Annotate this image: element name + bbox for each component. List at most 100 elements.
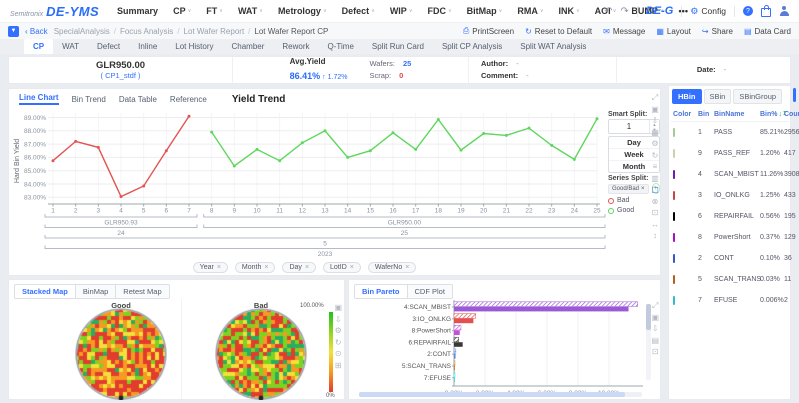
sort-descending-icon[interactable]: ↓ [779, 111, 783, 118]
refresh-icon[interactable]: ↻ [335, 337, 342, 349]
image-icon[interactable]: ▦ [651, 127, 659, 139]
bin-table-row[interactable]: 4SCAN_MBIST11.26%3908 [671, 164, 789, 185]
bin-tab-hbin[interactable]: HBin [672, 89, 702, 104]
remove-tag-icon[interactable]: × [641, 186, 645, 192]
remove-tag-icon[interactable]: × [217, 264, 221, 271]
trend-tab-line-chart[interactable]: Line Chart [19, 93, 59, 105]
brand-logo[interactable]: Semitronix DE-YMS [10, 4, 99, 19]
module-tab-inline[interactable]: Inline [129, 39, 166, 54]
filter-tag-year[interactable]: Year× [193, 262, 228, 273]
breadcrumb-segment[interactable]: SpecialAnalysis [54, 27, 110, 36]
wafer-map-bad[interactable] [215, 308, 307, 400]
remove-tag-icon[interactable]: × [405, 264, 409, 271]
swap-vertical-icon[interactable]: ↕ [653, 230, 657, 242]
scrollbar-thumb[interactable] [646, 304, 651, 330]
printscreen-button[interactable]: ⎙PrintScreen [463, 26, 514, 36]
column-header-binname[interactable]: BinName [714, 111, 760, 118]
close-circle-icon[interactable]: ⊗ [652, 196, 659, 208]
copy-icon[interactable]: ▣ [334, 302, 342, 314]
crop-icon[interactable]: ⊡ [652, 346, 659, 358]
module-tab-cp[interactable]: CP [24, 39, 53, 54]
nav-item-metrology[interactable]: Metrology∨ [278, 6, 327, 16]
lot-program-link[interactable]: ( CP1_stdf ) [100, 71, 140, 80]
download-icon[interactable]: ⇩ [652, 323, 659, 335]
bin-table-row[interactable]: 6REPAIRFAIL0.56%195 [671, 206, 789, 227]
bin-table-row[interactable]: 8PowerShort0.37%129 [671, 227, 789, 248]
refresh-icon[interactable]: ↻ [652, 150, 659, 162]
bin-table-row[interactable]: 9PASS_REF1.20%417 [671, 143, 789, 164]
module-tab-rework[interactable]: Rework [273, 39, 318, 54]
bin-table-row[interactable]: 2CONT0.10%36 [671, 248, 789, 269]
module-tab-wat[interactable]: WAT [53, 39, 88, 54]
bin-pareto-chart[interactable]: 0.00%2.00%4.00%6.00%8.00%10.00%4:SCAN_MB… [351, 298, 647, 398]
help-icon[interactable]: ? [743, 6, 753, 16]
module-tab-split-wat-analysis[interactable]: Split WAT Analysis [511, 39, 595, 54]
breadcrumb-segment[interactable]: Focus Analysis [120, 27, 173, 36]
filter-tag-waferno[interactable]: WaferNo× [368, 262, 416, 273]
settings-icon[interactable]: ⚙ [335, 325, 342, 337]
panel-collapse-handle[interactable] [793, 88, 796, 102]
nav-item-ft[interactable]: FT∨ [206, 6, 223, 16]
nav-item-wip[interactable]: WIP∨ [390, 6, 413, 16]
back-button[interactable]: ‹ Back [25, 27, 48, 36]
pareto-vertical-scrollbar[interactable] [646, 304, 651, 380]
filter-tag-lotid[interactable]: LotID× [323, 262, 361, 273]
user-avatar-icon[interactable] [779, 6, 789, 16]
pareto-tab-cdf-plot[interactable]: CDF Plot [407, 284, 453, 299]
nav-item-defect[interactable]: Defect∨ [342, 6, 375, 16]
bin-table-row[interactable]: 3IO_ONLKG1.25%433 [671, 185, 789, 206]
filter-icon[interactable]: ▼ [8, 26, 19, 37]
scrollbar-thumb[interactable] [359, 392, 625, 397]
scrap-value[interactable]: 0 [399, 70, 403, 82]
module-tab-q-time[interactable]: Q-Time [319, 39, 363, 54]
select-box-icon[interactable]: ▢ [651, 184, 659, 196]
settings-icon[interactable]: ⚙ [651, 138, 658, 150]
trend-tab-bin-trend[interactable]: Bin Trend [72, 95, 106, 104]
download-icon[interactable]: ⇩ [335, 314, 342, 326]
nav-item-bitmap[interactable]: BitMap∨ [467, 6, 503, 16]
pareto-horizontal-scrollbar[interactable] [359, 392, 642, 397]
message-button[interactable]: ✉Message [603, 27, 645, 36]
wafers-value[interactable]: 25 [403, 58, 411, 70]
config-button[interactable]: ⚙Config [690, 6, 726, 17]
expand-icon[interactable]: ⤢ [652, 300, 658, 312]
expand-icon[interactable]: ⤢ [652, 92, 658, 104]
download-icon[interactable]: ⇩ [652, 115, 659, 127]
module-tab-defect[interactable]: Defect [88, 39, 129, 54]
module-tab-chamber[interactable]: Chamber [223, 39, 274, 54]
wafer-map-good[interactable] [75, 308, 167, 400]
breadcrumb-segment[interactable]: Lot Wafer Report [184, 27, 245, 36]
remove-tag-icon[interactable]: × [264, 264, 268, 271]
filter-tag-month[interactable]: Month× [235, 262, 276, 273]
filter-tag-day[interactable]: Day× [282, 262, 316, 273]
undo-icon[interactable]: ↶ [604, 6, 612, 17]
reset-to-default-button[interactable]: ↻Reset to Default [525, 27, 592, 36]
columns-icon[interactable]: ▥ [651, 173, 659, 185]
grid-icon[interactable]: ⊞ [335, 360, 342, 372]
column-header-bin[interactable]: Bin [698, 111, 714, 118]
nav-item-fdc[interactable]: FDC∨ [427, 6, 451, 16]
bin-tab-sbin[interactable]: SBin [704, 89, 732, 104]
module-tab-split-run-card[interactable]: Split Run Card [363, 39, 433, 54]
map-tab-stacked-map[interactable]: Stacked Map [14, 284, 76, 299]
target-icon[interactable]: ⊙ [335, 348, 342, 360]
rows-icon[interactable]: ≡ [653, 161, 658, 173]
data-card-button[interactable]: ▤Data Card [744, 27, 791, 36]
bin-table-row[interactable]: 5SCAN_TRANS0.03%11 [671, 269, 789, 290]
crop-icon[interactable]: ⊡ [652, 207, 659, 219]
nav-item-ink[interactable]: INK∨ [559, 6, 580, 16]
bin-table-row[interactable]: 1PASS85.21%29568 [671, 122, 789, 143]
series-split-tag[interactable]: Good/Bad× [608, 184, 649, 194]
swap-horizontal-icon[interactable]: ↔ [651, 219, 659, 231]
bag-icon[interactable] [761, 8, 771, 17]
copy-icon[interactable]: ▣ [651, 104, 659, 116]
nav-item-summary[interactable]: Summary [117, 6, 158, 16]
deg-logo[interactable]: DE-G [646, 5, 674, 17]
copy-icon[interactable]: ▣ [651, 312, 659, 324]
table-icon[interactable]: ▤ [651, 335, 659, 347]
column-header-color[interactable]: Color [673, 111, 698, 118]
nav-item-rma[interactable]: RMA∨ [517, 6, 543, 16]
trend-tab-data-table[interactable]: Data Table [119, 95, 157, 104]
column-header-bin[interactable]: Bin%↓1 [760, 111, 784, 118]
column-header-count[interactable]: Count [784, 111, 799, 118]
